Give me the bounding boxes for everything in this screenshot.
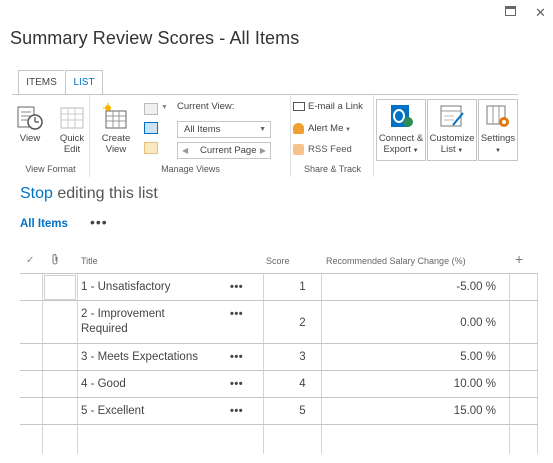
connect-label-1: Connect &: [378, 133, 424, 144]
create-column-icon[interactable]: [144, 122, 158, 134]
rss-icon: [293, 144, 304, 155]
maximize-icon: [505, 6, 516, 16]
row-score[interactable]: 4: [295, 378, 310, 390]
quick-edit-label: Quick: [59, 133, 85, 144]
connect-export-button[interactable]: Connect & Export ▼: [376, 99, 426, 161]
create-view-label-2: View: [105, 144, 127, 155]
customize-list-label: Customize List ▼: [429, 133, 475, 155]
ribbon: View Quick Edit View Format Create View: [12, 94, 518, 177]
group-label-view-format: View Format: [25, 164, 76, 174]
create-view-button[interactable]: Create View: [99, 103, 133, 155]
group-view-format: View Quick Edit View Format: [12, 95, 90, 177]
group-label-share-track: Share & Track: [303, 164, 362, 174]
row-menu-button[interactable]: •••: [230, 351, 243, 363]
modify-view-icon[interactable]: [144, 103, 158, 115]
row-score[interactable]: 5: [295, 405, 310, 417]
maximize-button[interactable]: [505, 4, 516, 19]
quick-edit-button[interactable]: Quick Edit: [57, 105, 87, 155]
group-share-track: E-mail a Link Alert Me ▼ RSS Feed Share …: [292, 95, 374, 177]
row-salary[interactable]: 10.00 %: [320, 378, 496, 390]
row-title[interactable]: 4 - Good: [81, 377, 126, 392]
row-menu-button[interactable]: •••: [230, 308, 243, 320]
row-salary[interactable]: 5.00 %: [320, 351, 496, 363]
connect-export-label: Connect & Export ▼: [378, 133, 424, 155]
table-row[interactable]: 4 - Good ••• 4 10.00 %: [20, 371, 538, 398]
row-menu-button[interactable]: •••: [230, 405, 243, 417]
row-title[interactable]: 5 - Excellent: [81, 404, 144, 419]
column-header-title[interactable]: Title: [81, 256, 98, 266]
row-menu-button[interactable]: •••: [230, 281, 243, 293]
alert-me-button[interactable]: Alert Me ▼: [293, 123, 351, 134]
quick-edit-icon: [60, 107, 84, 129]
create-view-label: Create: [101, 133, 131, 144]
bell-icon: [293, 123, 304, 134]
view-button[interactable]: View: [16, 105, 44, 144]
customize-label-2: List: [440, 144, 456, 155]
settings-icon: [486, 105, 509, 127]
email-link-label: E-mail a Link: [308, 101, 363, 112]
settings-button[interactable]: Settings ▼: [478, 99, 518, 161]
modify-view-dropdown-icon[interactable]: ▼: [161, 104, 168, 111]
dialog-title: Summary Review Scores - All Items: [10, 28, 300, 48]
column-header-salary[interactable]: Recommended Salary Change (%): [326, 256, 466, 266]
table-row[interactable]: 3 - Meets Expectations ••• 3 5.00 %: [20, 344, 538, 371]
settings-label: Settings ▼: [479, 133, 517, 157]
settings-label-1: Settings: [480, 133, 516, 144]
current-view-select[interactable]: All Items ▼: [177, 121, 271, 138]
navigate-up-icon[interactable]: [144, 142, 158, 154]
view-button-label: View: [19, 133, 41, 144]
customize-label-1: Customize: [429, 133, 475, 144]
stop-editing-text: Stop editing this list: [20, 185, 158, 203]
add-column-button[interactable]: +: [515, 251, 523, 267]
current-page-control: ◀ Current Page ▶: [177, 142, 271, 159]
row-menu-button[interactable]: •••: [230, 378, 243, 390]
quick-edit-label-2: Edit: [63, 144, 81, 155]
row-score[interactable]: 1: [295, 281, 310, 293]
customize-list-icon: [440, 105, 464, 127]
view-icon: [17, 106, 43, 130]
row-title[interactable]: 2 - Improvement Required: [81, 307, 201, 337]
email-icon: [293, 101, 305, 111]
next-page-icon[interactable]: ▶: [260, 143, 266, 158]
view-more-button[interactable]: •••: [90, 214, 108, 230]
checkmark-icon[interactable]: ✓: [26, 255, 34, 266]
row-title[interactable]: 1 - Unsatisfactory: [81, 280, 170, 295]
row-title[interactable]: 3 - Meets Expectations: [81, 350, 198, 365]
column-header-score[interactable]: Score: [266, 256, 290, 266]
outlook-icon: [391, 105, 413, 127]
group-manage-views: Create View ▼ Current View: All Items ▼ …: [91, 95, 291, 177]
create-view-icon: [103, 103, 127, 129]
chevron-down-icon: ▼: [259, 126, 266, 133]
close-icon: ✕: [535, 5, 546, 20]
row-score[interactable]: 3: [295, 351, 310, 363]
rss-feed-button[interactable]: RSS Feed: [293, 144, 352, 155]
tab-list[interactable]: LIST: [65, 70, 103, 95]
connect-label-2: Export: [383, 144, 411, 155]
alert-me-label: Alert Me: [308, 123, 344, 135]
table-row[interactable]: 1 - Unsatisfactory ••• 1 -5.00 %: [20, 274, 538, 301]
row-salary[interactable]: 0.00 %: [320, 317, 496, 329]
items-grid: 1 - Unsatisfactory ••• 1 -5.00 % 2 - Imp…: [20, 273, 538, 454]
row-salary[interactable]: 15.00 %: [320, 405, 496, 417]
stop-editing-link[interactable]: Stop: [20, 185, 53, 202]
current-view-value: All Items: [184, 124, 221, 135]
current-view-label: Current View:: [177, 101, 235, 112]
chevron-down-icon: ▼: [343, 127, 351, 134]
view-name-link[interactable]: All Items: [20, 218, 68, 230]
tab-items[interactable]: ITEMS: [18, 70, 64, 94]
rss-feed-label: RSS Feed: [308, 144, 352, 156]
current-page-label: Current Page: [200, 145, 257, 156]
customize-list-button[interactable]: Customize List ▼: [427, 99, 477, 161]
row-score[interactable]: 2: [295, 317, 310, 329]
row-salary[interactable]: -5.00 %: [320, 281, 496, 293]
chevron-down-icon: ▼: [495, 148, 501, 154]
stop-editing-rest: editing this list: [52, 185, 158, 202]
close-button[interactable]: ✕: [535, 5, 546, 21]
group-label-manage-views: Manage Views: [161, 164, 220, 174]
email-link-button[interactable]: E-mail a Link: [293, 101, 363, 112]
attachment-icon: [50, 253, 60, 267]
previous-page-icon[interactable]: ◀: [182, 143, 188, 158]
table-row[interactable]: 5 - Excellent ••• 5 15.00 %: [20, 398, 538, 425]
table-row[interactable]: 2 - Improvement Required ••• 2 0.00 %: [20, 301, 538, 344]
